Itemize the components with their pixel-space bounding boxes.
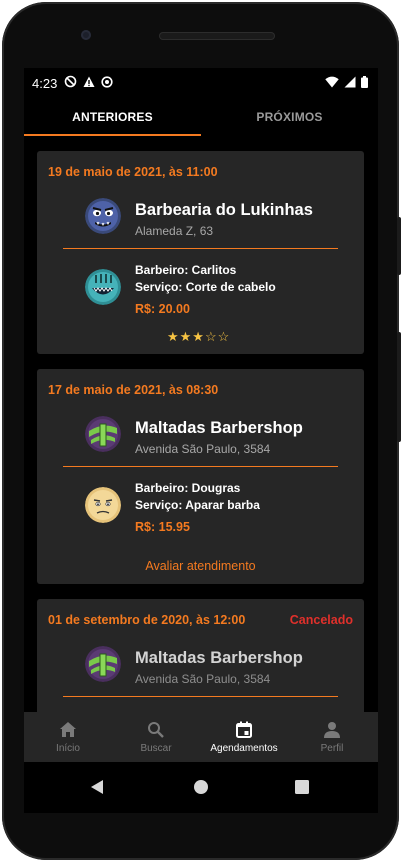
appointment-date: 01 de setembro de 2020, às 12:00: [48, 613, 246, 627]
shop-name: Maltadas Barbershop: [135, 419, 303, 437]
shop-address: Avenida São Paulo, 3584: [135, 442, 271, 456]
barber-avatar: [85, 487, 121, 523]
nav-home[interactable]: Início: [24, 712, 112, 762]
tab-upcoming[interactable]: PRÓXIMOS: [201, 100, 378, 138]
shop-address: Alameda Z, 63: [135, 224, 214, 238]
system-navigation-bar: [24, 762, 378, 813]
rating-stars[interactable]: ★★★☆☆: [167, 329, 230, 345]
appointment-card[interactable]: 17 de maio de 2021, às 08:30 Maltadas Ba…: [37, 369, 364, 584]
shop-avatar: [85, 646, 121, 682]
service-price: R$: 15.95: [135, 520, 190, 534]
barber-name: Barbeiro: Carlitos: [135, 263, 237, 277]
nav-profile[interactable]: Perfil: [288, 712, 376, 762]
card-divider: [63, 696, 338, 697]
nav-appointments-label: Agendamentos: [210, 743, 278, 754]
home-icon: [60, 722, 76, 737]
calendar-icon: [236, 721, 252, 738]
home-button-icon[interactable]: [193, 779, 209, 795]
back-icon[interactable]: [90, 779, 104, 795]
appointments-tabs: ANTERIORES PRÓXIMOS: [24, 100, 378, 138]
cancelled-status: Cancelado: [289, 613, 353, 627]
nav-search[interactable]: Buscar: [112, 712, 200, 762]
service-name: Serviço: Aparar barba: [135, 498, 260, 512]
search-icon: [148, 722, 164, 738]
barber-name: Barbeiro: Dougras: [135, 481, 241, 495]
nav-home-label: Início: [56, 743, 80, 754]
signal-icon: [344, 76, 356, 88]
no-sim-icon: [64, 75, 77, 88]
alert-icon: [83, 76, 95, 87]
battery-icon: [361, 76, 368, 88]
service-price: R$: 20.00: [135, 302, 190, 316]
card-divider: [63, 248, 338, 249]
screen: 4:23 ANTERIORES PRÓXIMOS 19 de maio de 2…: [24, 68, 378, 813]
rate-service-link[interactable]: Avaliar atendimento: [37, 559, 364, 573]
appointment-card[interactable]: 01 de setembro de 2020, às 12:00 Cancela…: [37, 599, 364, 712]
tab-past[interactable]: ANTERIORES: [24, 100, 201, 138]
wifi-icon: [325, 76, 339, 88]
shop-avatar: [85, 416, 121, 452]
barber-avatar: [85, 269, 121, 305]
nav-search-label: Buscar: [140, 743, 172, 754]
tab-indicator: [24, 134, 201, 136]
bottom-navigation: Início Buscar Agendamentos Perfil: [24, 712, 378, 762]
appointment-date: 19 de maio de 2021, às 11:00: [48, 165, 218, 179]
status-time: 4:23: [32, 76, 58, 91]
nav-profile-label: Perfil: [320, 743, 344, 754]
appointment-card[interactable]: 19 de maio de 2021, às 11:00 Barbearia d…: [37, 151, 364, 354]
power-button: [397, 217, 401, 275]
service-name: Serviço: Corte de cabelo: [135, 280, 276, 294]
card-divider: [63, 466, 338, 467]
phone-frame: 4:23 ANTERIORES PRÓXIMOS 19 de maio de 2…: [2, 2, 401, 860]
front-camera: [81, 30, 91, 40]
recents-icon[interactable]: [295, 780, 309, 794]
appointment-date: 17 de maio de 2021, às 08:30: [48, 383, 219, 397]
shop-avatar: [85, 198, 121, 234]
earpiece-speaker: [159, 32, 275, 40]
person-icon: [324, 722, 340, 738]
shop-name: Barbearia do Lukinhas: [135, 201, 313, 219]
shop-address: Avenida São Paulo, 3584: [135, 672, 271, 686]
status-bar: 4:23: [24, 68, 378, 100]
appointments-list[interactable]: 19 de maio de 2021, às 11:00 Barbearia d…: [24, 138, 378, 712]
shop-name: Maltadas Barbershop: [135, 649, 303, 667]
sync-icon: [101, 75, 113, 88]
nav-appointments[interactable]: Agendamentos: [200, 712, 288, 762]
volume-button: [397, 332, 401, 442]
